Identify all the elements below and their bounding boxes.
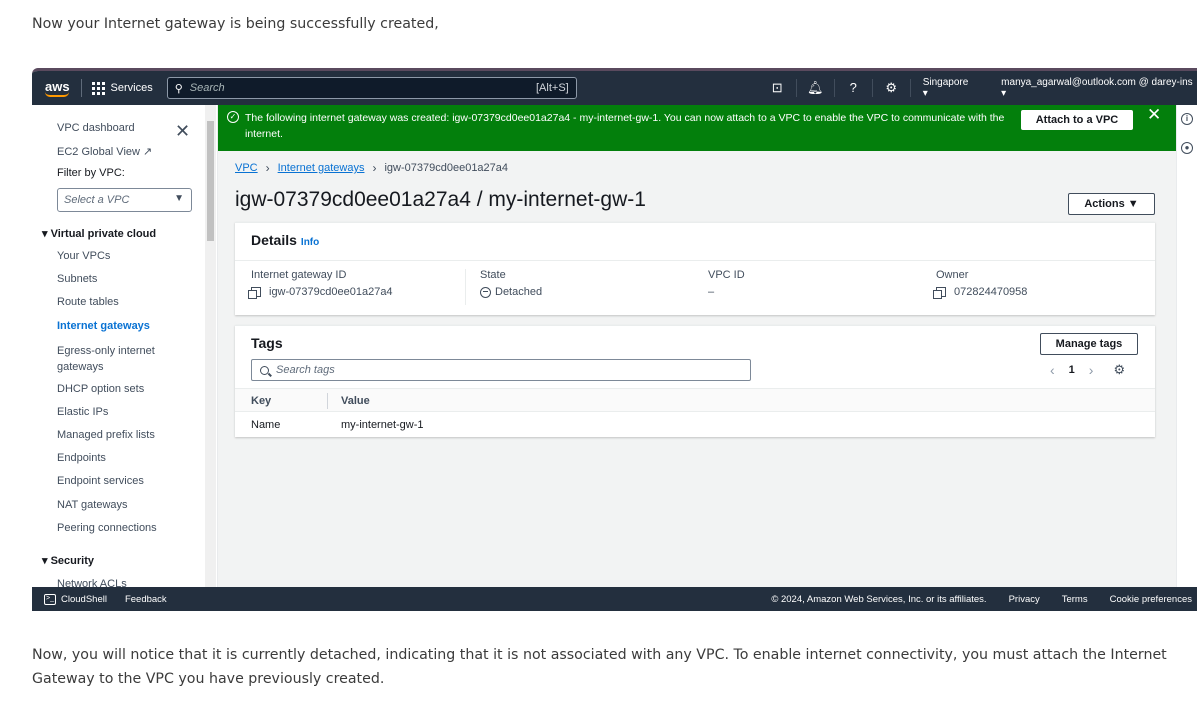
chevron-right-icon[interactable]: › [1089,362,1094,378]
sidebar-item-nat-gateways[interactable]: NAT gateways [57,499,128,511]
gear-icon[interactable]: ⚙ [1113,362,1125,378]
table-row: Name my-internet-gw-1 [235,413,1155,437]
chevron-right-icon: › [265,161,270,175]
details-panel: Details Info Internet gateway ID igw-0737… [235,222,1155,315]
copy-icon[interactable] [248,287,261,299]
page-title: igw-07379cd0ee01a27a4 / my-internet-gw-1 [235,188,646,211]
sidebar-item-route-tables[interactable]: Route tables [57,296,119,308]
tag-key: Name [251,419,281,431]
sidebar-item-your-vpcs[interactable]: Your VPCs [57,250,110,262]
column-value[interactable]: Value [341,395,370,407]
cookie-preferences-link[interactable]: Cookie preferences [1110,594,1192,605]
close-icon[interactable]: ✕ [175,121,190,142]
field-internet-gateway-id: Internet gateway ID igw-07379cd0ee01a27a… [248,269,393,299]
help-icon[interactable]: ? [835,79,873,97]
manage-tags-button[interactable]: Manage tags [1040,333,1138,355]
tag-value: my-internet-gw-1 [341,419,424,431]
status-icon[interactable]: ● [1181,142,1193,154]
outro-paragraph: Now, you will notice that it is currentl… [32,647,1167,687]
feedback-link[interactable]: Feedback [125,594,167,605]
search-placeholder: Search [189,82,225,94]
field-owner: Owner 072824470958 [933,269,1028,299]
success-flash-banner: ✓ The following internet gateway was cre… [218,105,1176,151]
info-icon[interactable]: i [1181,113,1193,125]
details-title: Details Info [251,232,320,248]
services-menu[interactable]: Services [91,81,153,95]
sidebar: VPC dashboard ✕ EC2 Global View ↗ Filter… [32,105,218,590]
search-icon [260,365,269,375]
copy-icon[interactable] [933,287,946,299]
main-content: VPC › Internet gateways › igw-07379cd0ee… [218,151,1176,587]
field-vpc-id: VPC ID – [708,269,745,298]
sidebar-item-vpc-dashboard[interactable]: VPC dashboard [57,122,135,134]
search-shortcut: [Alt+S] [536,82,569,94]
column-key[interactable]: Key [251,395,271,407]
cloudshell-link[interactable]: CloudShell [61,594,107,605]
table-header: Key Value [235,388,1155,412]
breadcrumb: VPC › Internet gateways › igw-07379cd0ee… [235,161,508,175]
copyright-text: © 2024, Amazon Web Services, Inc. or its… [771,593,987,605]
section-virtual-private-cloud[interactable]: ▾ Virtual private cloud [42,227,156,240]
intro-paragraph: Now your Internet gateway is being succe… [32,16,439,32]
filter-label: Filter by VPC: [57,167,125,179]
sidebar-item-internet-gateways[interactable]: Internet gateways [57,320,150,332]
cloudshell-icon[interactable]: ⊡ [759,79,797,97]
grid-icon [91,81,105,95]
status-detached-icon [480,286,491,298]
account-menu[interactable]: manya_agarwal@outlook.com @ darey-ins ▾ [1001,77,1197,99]
privacy-link[interactable]: Privacy [1009,594,1040,605]
caret-down-icon: ▼ [174,193,184,204]
sidebar-item-dhcp-option-sets[interactable]: DHCP option sets [57,383,144,395]
sidebar-item-endpoints[interactable]: Endpoints [57,452,106,464]
cloudshell-icon: >_ [44,593,56,605]
sidebar-item-egress-only-internet-gateways[interactable]: Egress-only internet gateways [57,343,175,375]
gear-icon[interactable]: ⚙ [873,79,911,97]
sidebar-item-managed-prefix-lists[interactable]: Managed prefix lists [57,429,155,441]
page-number[interactable]: 1 [1069,364,1075,376]
sidebar-item-peering-connections[interactable]: Peering connections [57,522,157,534]
breadcrumb-current: igw-07379cd0ee01a27a4 [384,162,509,174]
flash-message: The following internet gateway was creat… [245,112,1005,140]
sidebar-item-endpoint-services[interactable]: Endpoint services [57,475,144,487]
breadcrumb-internet-gateways[interactable]: Internet gateways [278,162,365,174]
global-search-input[interactable]: ⚲ Search [Alt+S] [166,77,577,99]
sidebar-item-ec2-global-view[interactable]: EC2 Global View ↗ [57,145,152,158]
tags-search-input[interactable]: Search tags [251,359,751,381]
actions-dropdown-button[interactable]: Actions ▼ [1068,193,1155,215]
sidebar-item-elastic-ips[interactable]: Elastic IPs [57,406,108,418]
aws-logo[interactable]: aws [45,79,71,97]
search-icon: ⚲ [174,82,183,95]
info-link[interactable]: Info [301,237,319,248]
chevron-right-icon: › [372,161,377,175]
sidebar-scrollbar[interactable] [205,105,216,587]
check-circle-icon: ✓ [227,111,239,123]
right-rail: i ● [1176,105,1197,587]
vpc-filter-select[interactable]: Select a VPC ▼ [57,188,192,212]
section-security[interactable]: ▾ Security [42,554,94,567]
field-state: State Detached [480,269,543,298]
close-icon[interactable]: ✕ [1147,106,1161,123]
services-label: Services [110,82,153,94]
chevron-left-icon[interactable]: ‹ [1050,362,1055,378]
pagination: ‹ 1 › ⚙ [1050,362,1125,378]
status-badge: Detached [495,286,543,298]
attach-to-vpc-button[interactable]: Attach to a VPC [1021,110,1133,130]
tags-title: Tags [251,335,283,351]
region-selector[interactable]: Singapore ▾ [923,77,975,99]
sidebar-item-subnets[interactable]: Subnets [57,273,97,285]
console-screenshot: aws Services ⚲ Search [Alt+S] ⊡ 🔔︎ ? ⚙ S… [32,68,1197,611]
top-navigation: aws Services ⚲ Search [Alt+S] ⊡ 🔔︎ ? ⚙ S… [32,71,1197,105]
footer: >_ CloudShell Feedback © 2024, Amazon We… [32,587,1197,611]
terms-link[interactable]: Terms [1062,594,1088,605]
external-link-icon: ↗ [143,146,153,158]
bell-icon[interactable]: 🔔︎ [797,79,835,97]
breadcrumb-vpc[interactable]: VPC [235,162,258,174]
tags-panel: Tags Manage tags Search tags ‹ 1 › ⚙ Key… [235,325,1155,437]
